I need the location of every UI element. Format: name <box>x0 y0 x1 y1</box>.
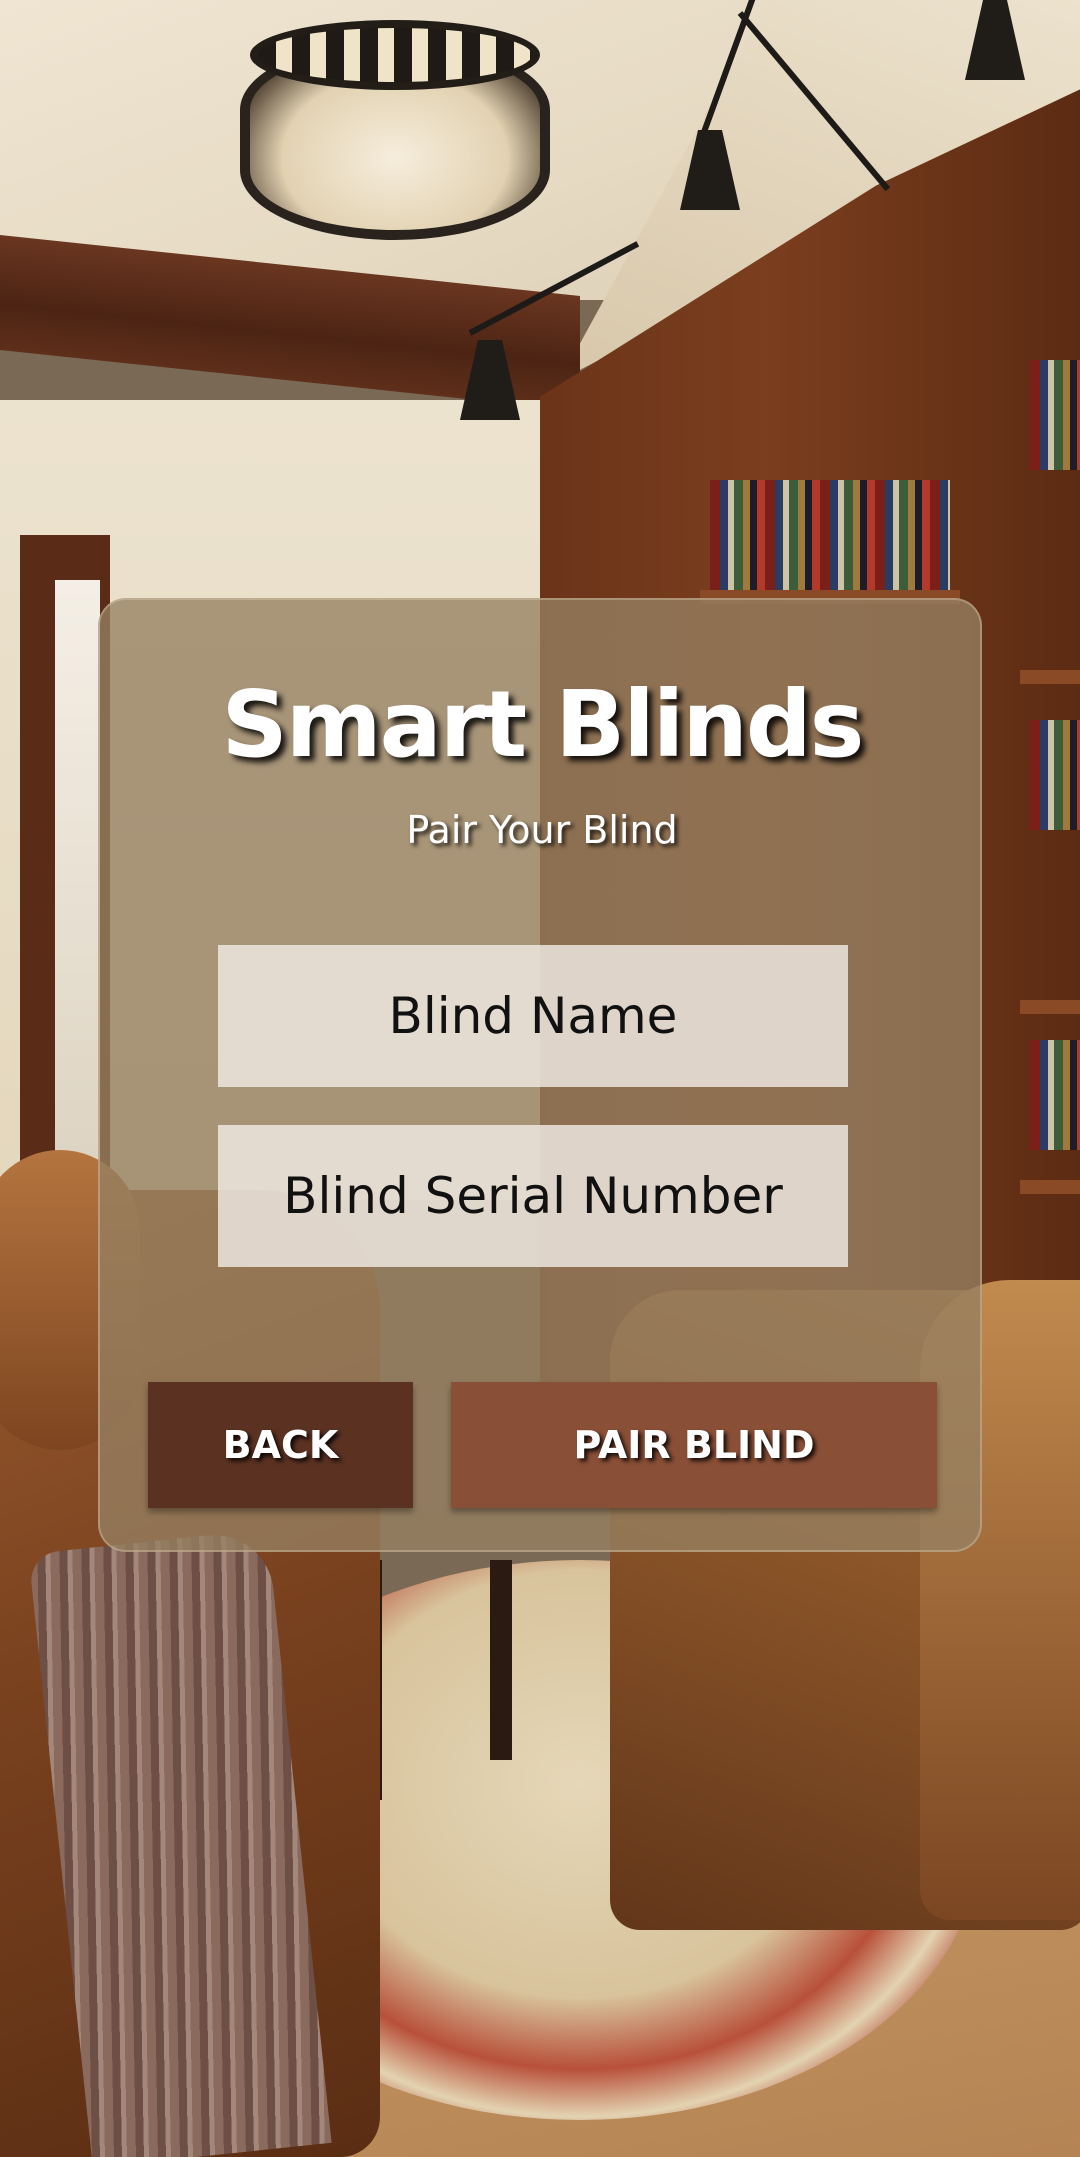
blind-name-input[interactable] <box>218 945 848 1087</box>
table-leg <box>490 1560 512 1760</box>
pair-blind-button[interactable]: PAIR BLIND <box>451 1382 937 1508</box>
books-row <box>1030 720 1080 830</box>
pair-blind-card: Smart Blinds Pair Your Blind BACK PAIR B… <box>98 598 982 1552</box>
chandelier-band <box>250 20 540 90</box>
shelf <box>1020 1180 1080 1194</box>
shelf <box>1020 670 1080 684</box>
back-button[interactable]: BACK <box>148 1382 413 1508</box>
blind-serial-number-input[interactable] <box>218 1125 848 1267</box>
app-title: Smart Blinds <box>221 671 865 778</box>
books-row <box>1030 1040 1080 1150</box>
books-row <box>710 480 950 590</box>
shelf <box>1020 1000 1080 1014</box>
page-subtitle: Pair Your Blind <box>406 808 678 852</box>
window-glass <box>55 580 100 1200</box>
books-row <box>1030 360 1080 470</box>
chandelier <box>240 0 550 250</box>
